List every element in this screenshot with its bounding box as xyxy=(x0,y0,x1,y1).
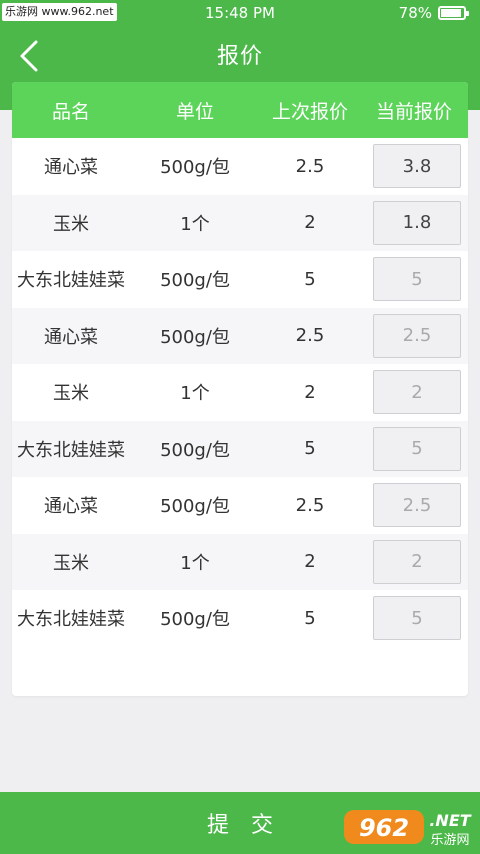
table-row: 通心菜 500g/包 2.5 xyxy=(12,477,468,534)
watermark-logo: 962 .NET 乐游网 xyxy=(344,810,472,848)
current-price-input[interactable] xyxy=(373,426,461,471)
item-unit: 1个 xyxy=(180,213,210,235)
item-last-price: 5 xyxy=(304,607,316,629)
table-row: 玉米 1个 2 xyxy=(12,533,468,590)
quote-table: 品名 单位 上次报价 当前报价 通心菜 500g/包 2.5 玉米 1个 2 大… xyxy=(12,82,468,696)
svg-text:乐游网: 乐游网 xyxy=(430,833,469,848)
item-last-price: 2.5 xyxy=(295,325,325,347)
item-name: 玉米 xyxy=(53,213,89,235)
item-unit: 500g/包 xyxy=(160,326,230,348)
item-name: 大东北娃娃菜 xyxy=(17,270,125,292)
current-price-input[interactable] xyxy=(373,200,461,245)
current-price-input[interactable] xyxy=(373,483,461,528)
current-price-input[interactable] xyxy=(373,370,461,415)
table-row: 大东北娃娃菜 500g/包 5 xyxy=(12,420,468,477)
column-header-unit: 单位 xyxy=(175,100,214,123)
column-header-last-price: 上次报价 xyxy=(271,100,348,123)
battery-percent: 78% xyxy=(398,4,432,22)
item-last-price: 2 xyxy=(304,381,316,403)
item-unit: 500g/包 xyxy=(160,439,230,461)
column-header-name: 品名 xyxy=(51,100,90,123)
svg-text:.NET: .NET xyxy=(429,811,471,830)
item-unit: 500g/包 xyxy=(160,609,230,631)
item-name: 通心菜 xyxy=(44,496,98,518)
item-name: 通心菜 xyxy=(44,157,98,179)
current-price-input[interactable] xyxy=(373,596,461,641)
current-price-input[interactable] xyxy=(373,144,461,189)
table-row: 通心菜 500g/包 2.5 xyxy=(12,138,468,195)
page-title: 报价 xyxy=(216,44,263,69)
item-last-price: 2.5 xyxy=(295,155,325,177)
column-header-current-price: 当前报价 xyxy=(375,100,452,123)
item-unit: 500g/包 xyxy=(160,496,230,518)
submit-label: 提交 xyxy=(206,813,295,838)
current-price-input[interactable] xyxy=(373,539,461,584)
current-price-input[interactable] xyxy=(373,313,461,358)
item-name: 大东北娃娃菜 xyxy=(17,609,125,631)
item-unit: 500g/包 xyxy=(160,270,230,292)
item-last-price: 5 xyxy=(304,268,316,290)
status-bar: 乐游网 www.962.net 15:48 PM 78% xyxy=(0,0,480,26)
battery-icon xyxy=(438,6,469,20)
item-unit: 1个 xyxy=(180,383,210,405)
current-price-input[interactable] xyxy=(373,257,461,302)
table-row: 大东北娃娃菜 500g/包 5 xyxy=(12,251,468,308)
item-name: 通心菜 xyxy=(44,326,98,348)
table-row: 玉米 1个 2 xyxy=(12,364,468,421)
item-unit: 500g/包 xyxy=(160,157,230,179)
table-row: 通心菜 500g/包 2.5 xyxy=(12,307,468,364)
item-name: 玉米 xyxy=(53,552,89,574)
item-last-price: 2 xyxy=(304,551,316,573)
item-last-price: 5 xyxy=(304,438,316,460)
item-name: 玉米 xyxy=(53,383,89,405)
table-header: 品名 单位 上次报价 当前报价 xyxy=(12,82,468,138)
item-name: 大东北娃娃菜 xyxy=(17,439,125,461)
table-body: 通心菜 500g/包 2.5 玉米 1个 2 大东北娃娃菜 500g/包 5 通… xyxy=(12,138,468,647)
svg-text:962: 962 xyxy=(359,814,409,842)
item-unit: 1个 xyxy=(180,552,210,574)
table-row: 玉米 1个 2 xyxy=(12,194,468,251)
item-last-price: 2.5 xyxy=(295,494,325,516)
table-row: 大东北娃娃菜 500g/包 5 xyxy=(12,590,468,647)
item-last-price: 2 xyxy=(304,212,316,234)
